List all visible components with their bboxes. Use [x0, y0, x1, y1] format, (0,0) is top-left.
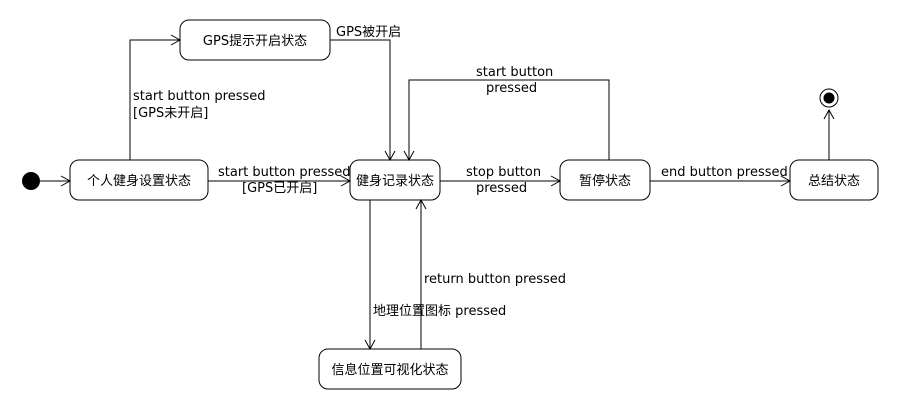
- state-label: GPS提示开启状态: [203, 33, 307, 49]
- transition-label: start button pressed: [218, 165, 351, 180]
- state-label: 总结状态: [808, 174, 860, 189]
- state-label: 信息位置可视化状态: [331, 362, 448, 378]
- initial-state-node: [22, 172, 40, 190]
- transition-label: start button pressed: [133, 89, 266, 104]
- transition-initial: [40, 175, 72, 187]
- state-label: 个人健身设置状态: [87, 173, 191, 189]
- state-summary: 总结状态: [789, 159, 879, 201]
- transition-label: return button pressed: [424, 272, 566, 287]
- state-fitness-record: 健身记录状态: [349, 159, 441, 201]
- transition-label: pressed: [476, 181, 527, 196]
- transition-label: 地理位置图标 pressed: [373, 304, 506, 319]
- transition-map-icon: [364, 200, 376, 351]
- transition-label: pressed: [486, 81, 537, 96]
- transition-gps-enabled: [330, 39, 396, 162]
- transition-label: [GPS未开启]: [133, 106, 208, 121]
- transition-label: start button: [476, 65, 553, 80]
- transition-final: [823, 108, 835, 160]
- state-personal-settings: 个人健身设置状态: [69, 159, 209, 201]
- state-paused: 暂停状态: [559, 159, 651, 201]
- final-state-node: [819, 88, 839, 108]
- state-label: 暂停状态: [579, 173, 631, 189]
- transition-label: stop button: [466, 165, 541, 180]
- state-gps-prompt: GPS提示开启状态: [179, 19, 331, 61]
- transition-label: [GPS已开启]: [242, 181, 317, 196]
- transition-label: end button pressed: [661, 165, 788, 180]
- transition-label: GPS被开启: [336, 25, 401, 40]
- state-machine-diagram: 个人健身设置状态 GPS提示开启状态 健身记录状态 暂停状态 总结状态 信息位置…: [22, 19, 879, 390]
- state-location-visual: 信息位置可视化状态: [318, 348, 462, 390]
- state-label: 健身记录状态: [356, 173, 434, 189]
